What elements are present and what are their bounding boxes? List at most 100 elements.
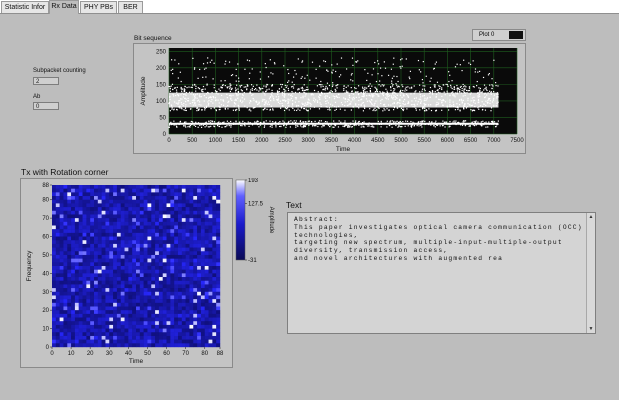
heatmap-cell	[139, 302, 144, 307]
heatmap-cell	[78, 295, 83, 300]
heatmap-cell	[200, 196, 205, 200]
data-point	[303, 89, 305, 92]
heatmap-cell	[86, 317, 91, 322]
data-point	[490, 120, 493, 123]
heatmap-cell	[208, 229, 213, 234]
heatmap-cell	[71, 203, 76, 208]
data-point	[468, 89, 470, 92]
heatmap-cell	[170, 232, 175, 237]
data-point	[194, 125, 197, 127]
heatmap-cell	[166, 218, 171, 223]
heatmap-cell	[170, 339, 175, 344]
heatmap-cell	[128, 214, 133, 219]
intensity-graph[interactable]: 0 10 20 30 40 50 60 70 80 880102030405060708088Ti…	[20, 178, 233, 368]
heatmap-cell	[197, 313, 202, 318]
data-point	[396, 75, 398, 78]
data-point	[299, 121, 301, 123]
data-point	[436, 81, 439, 83]
heatmap-cell	[143, 277, 148, 281]
heatmap-cell	[158, 236, 163, 241]
heatmap-cell	[86, 291, 91, 296]
data-point	[339, 108, 341, 110]
data-point	[415, 109, 417, 111]
heatmap-cell	[132, 302, 137, 307]
data-point	[452, 121, 454, 123]
heatmap-cell	[139, 199, 144, 204]
plot-legend-swatch-icon[interactable]	[509, 31, 523, 39]
heatmap-cell	[55, 284, 60, 289]
tab-bar: Statistic Infor Rx Data PHY PBs BER	[0, 0, 619, 14]
heatmap-cell	[113, 277, 118, 281]
tab-rx-data[interactable]: Rx Data	[49, 0, 79, 14]
text-display[interactable]: Abstract: This paper investigates optica…	[287, 212, 596, 334]
heatmap-cell	[178, 313, 183, 318]
heatmap-cell	[208, 273, 213, 278]
data-point	[371, 74, 373, 76]
heatmap-cell	[109, 229, 114, 234]
heatmap-cell	[105, 310, 110, 315]
heatmap-cell	[185, 332, 190, 337]
heatmap-cell	[78, 218, 83, 223]
heatmap-cell	[74, 339, 79, 344]
heatmap-cell	[136, 196, 141, 200]
data-point	[260, 88, 262, 90]
heatmap-cell	[139, 188, 144, 193]
heatmap-cell	[82, 332, 87, 337]
data-point	[228, 124, 230, 127]
heatmap-cell	[97, 207, 102, 211]
heatmap-cell	[52, 306, 57, 311]
heatmap-cell	[86, 343, 91, 348]
heatmap-cell	[181, 284, 186, 289]
heatmap-cell	[63, 269, 68, 274]
heatmap-cell	[124, 284, 129, 289]
heatmap-cell	[212, 243, 217, 248]
heatmap-cell	[116, 317, 121, 322]
data-point	[350, 79, 352, 81]
heatmap-cell	[52, 343, 57, 348]
heatmap-cell	[128, 324, 133, 329]
heatmap-cell	[132, 185, 137, 189]
data-point	[280, 83, 282, 86]
heatmap-cell	[136, 302, 141, 307]
tab-phy-pbs[interactable]: PHY PBs	[80, 1, 117, 13]
heatmap-cell	[197, 321, 202, 326]
heatmap-cell	[86, 218, 91, 223]
heatmap-cell	[158, 295, 163, 300]
data-point	[399, 59, 402, 61]
data-point	[188, 86, 190, 88]
x-tick-label: 40	[125, 351, 132, 357]
heatmap-cell	[94, 273, 99, 278]
data-point	[269, 108, 272, 110]
plot-legend[interactable]: Plot 0	[472, 29, 526, 41]
heatmap-cell	[216, 196, 221, 200]
data-point	[271, 126, 273, 128]
data-point	[421, 90, 423, 92]
data-point	[439, 86, 441, 88]
heatmap-cell	[162, 306, 167, 311]
data-point	[382, 91, 384, 93]
tab-ber[interactable]: BER	[118, 1, 143, 13]
heatmap-cell	[132, 332, 137, 337]
heatmap-cell	[78, 313, 83, 318]
heatmap-cell	[55, 225, 60, 230]
text-scrollbar[interactable]: ▲ ▼	[586, 213, 595, 333]
tab-statistic-infor[interactable]: Statistic Infor	[1, 1, 49, 13]
heatmap-cell	[86, 258, 91, 263]
heatmap-cell	[143, 299, 148, 304]
heatmap-cell	[132, 277, 137, 281]
heatmap-cell	[200, 313, 205, 318]
heatmap-cell	[197, 196, 202, 200]
data-point	[443, 84, 445, 86]
data-point	[358, 124, 360, 126]
heatmap-cell	[78, 240, 83, 245]
bit-sequence-graph[interactable]: 0 500 1000 1500 2000 2500 3000 3500 4000 4500 5000…	[133, 43, 526, 154]
scroll-down-icon[interactable]: ▼	[588, 326, 594, 332]
data-point	[448, 126, 450, 128]
data-point	[408, 76, 410, 78]
data-point	[213, 62, 215, 64]
heatmap-cell	[197, 280, 202, 285]
heatmap-cell	[147, 332, 152, 337]
scroll-up-icon[interactable]: ▲	[588, 214, 594, 220]
heatmap-cell	[52, 335, 57, 340]
data-point	[195, 87, 197, 90]
